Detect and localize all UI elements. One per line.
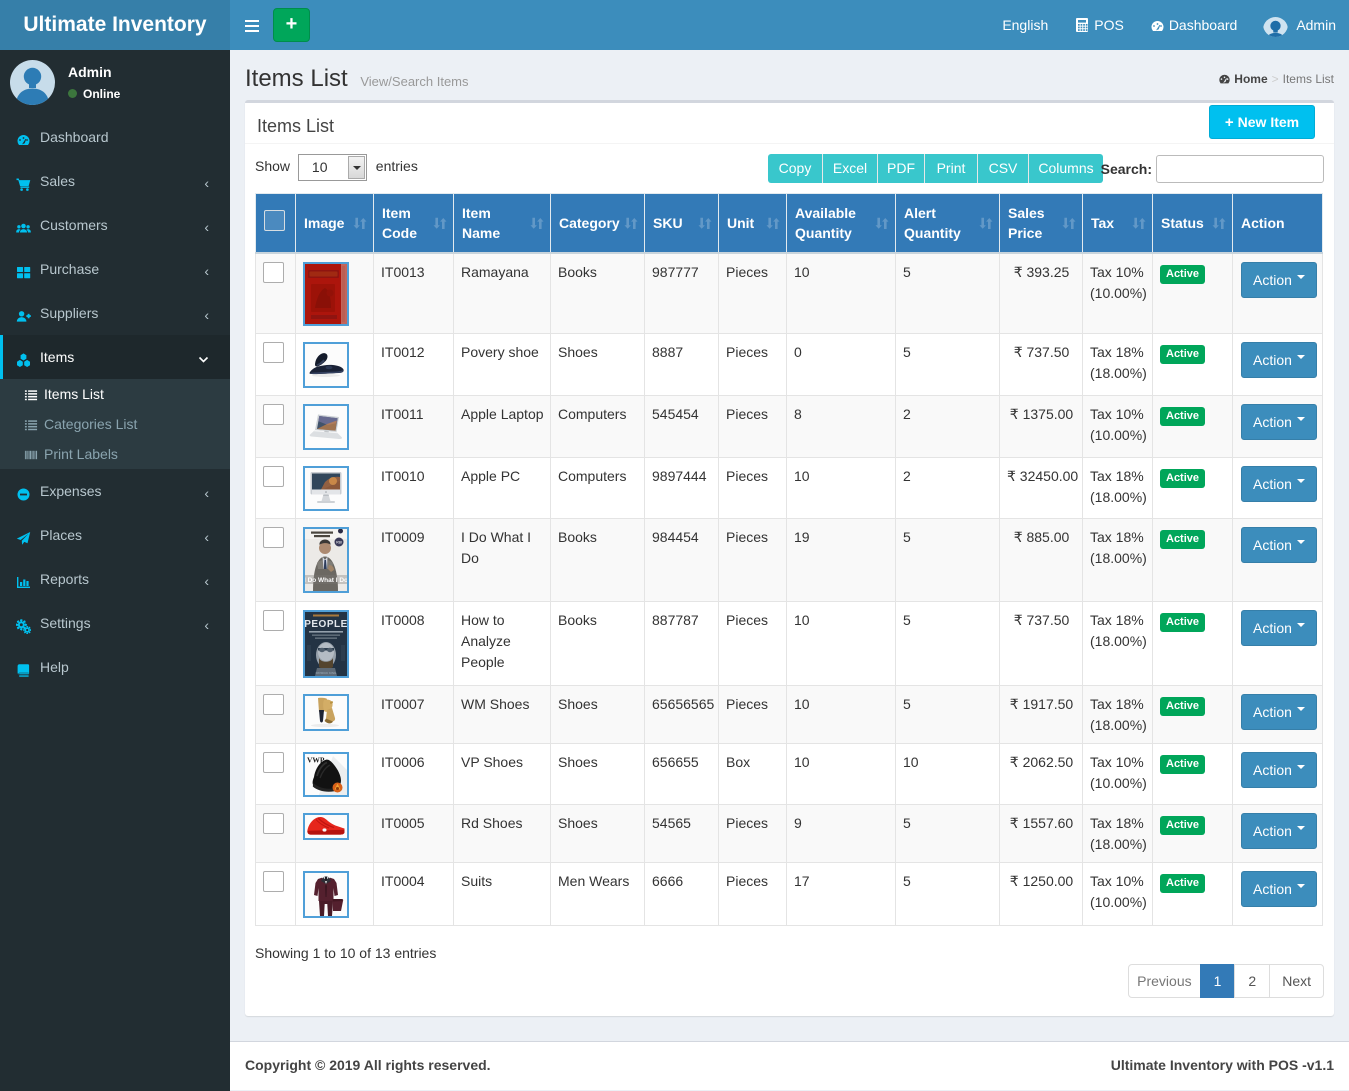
- svg-text:PEOPLE: PEOPLE: [305, 619, 347, 630]
- svg-text:RBI: RBI: [336, 540, 342, 544]
- svg-text:I Do What I Do: I Do What I Do: [305, 577, 347, 584]
- svg-text:PATRICK KING: PATRICK KING: [316, 671, 337, 675]
